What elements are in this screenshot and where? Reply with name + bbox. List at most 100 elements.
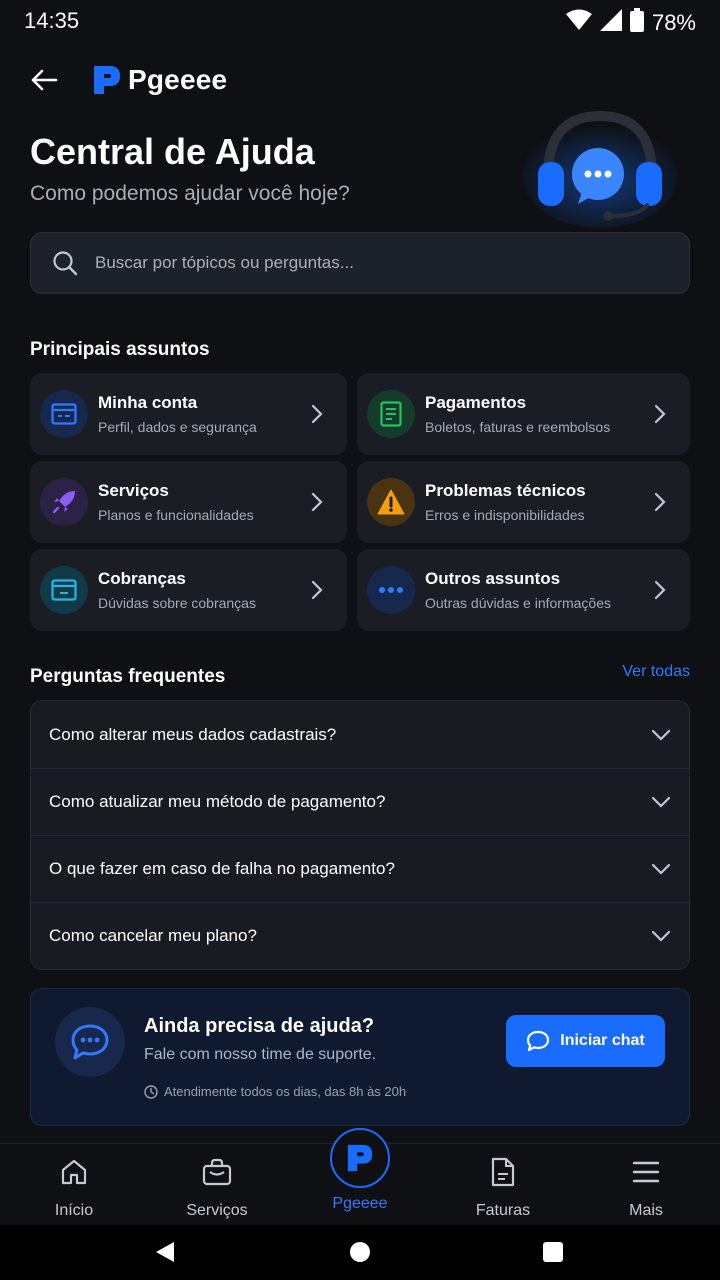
topic-title: Serviços — [98, 481, 169, 500]
square-recents-icon — [543, 1242, 563, 1262]
chevron-right-icon — [654, 580, 666, 600]
nav-item-servicos[interactable]: Serviços — [157, 1144, 277, 1226]
chevron-down-icon — [651, 930, 671, 942]
faq-item[interactable]: O que fazer em caso de falha no pagament… — [31, 835, 689, 902]
topic-card-minha-conta[interactable]: Minha conta Perfil, dados e segurança — [30, 373, 347, 455]
document-icon — [487, 1156, 519, 1188]
topic-card-outros-assuntos[interactable]: Outros assuntos Outras dúvidas e informa… — [357, 549, 690, 631]
topic-desc: Boletos, faturas e reembolsos — [425, 419, 611, 435]
arrow-left-icon — [31, 69, 58, 91]
search-icon — [51, 249, 79, 277]
faq-list: Como alterar meus dados cadastrais? Como… — [30, 700, 690, 970]
start-chat-label: Iniciar chat — [560, 1032, 645, 1049]
nav-label: Faturas — [475, 1202, 531, 1219]
more-dots-icon — [367, 566, 415, 614]
home-icon — [58, 1156, 90, 1188]
topic-title: Outros assuntos — [425, 569, 561, 588]
bag-icon — [201, 1156, 233, 1188]
topic-title: Pagamentos — [425, 393, 527, 412]
topic-card-problemas-tecnicos[interactable]: Problemas técnicos Erros e indisponibili… — [357, 461, 690, 543]
chevron-down-icon — [651, 863, 671, 875]
support-subtitle: Fale com nosso time de suporte. — [144, 1046, 377, 1063]
brand-icon — [347, 1144, 373, 1172]
clock-icon — [144, 1084, 158, 1099]
chat-bubble-icon — [55, 1007, 125, 1077]
topic-card-cobrancas[interactable]: Cobranças Dúvidas sobre cobranças — [30, 549, 347, 631]
brand-logo: Pgeeee — [92, 64, 227, 96]
nav-item-inicio[interactable]: Início — [14, 1144, 134, 1226]
system-back-button[interactable] — [152, 1239, 178, 1265]
start-chat-button[interactable]: Iniciar chat — [506, 1015, 665, 1067]
status-bar: 14:35 78% — [0, 0, 720, 44]
battery-icon — [629, 8, 644, 37]
top-bar: Pgeeee — [0, 56, 720, 104]
topic-desc: Erros e indisponibilidades — [425, 507, 585, 523]
topics-title: Principais assuntos — [30, 339, 210, 360]
support-hours-text: Atendimente todos os dias, das 8h às 20h — [164, 1084, 407, 1099]
chevron-right-icon — [311, 492, 323, 512]
bottom-nav: Início Serviços Pgeeee Faturas Mais — [0, 1128, 720, 1226]
topic-desc: Dúvidas sobre cobranças — [98, 595, 256, 611]
status-time: 14:35 — [24, 8, 80, 33]
battery-percent: 78% — [651, 9, 696, 35]
circle-home-icon — [350, 1242, 370, 1262]
topic-desc: Outras dúvidas e informações — [425, 595, 611, 611]
chevron-down-icon — [651, 796, 671, 808]
system-home-button[interactable] — [347, 1239, 373, 1265]
support-hours: Atendimente todos os dias, das 8h às 20h — [144, 1084, 406, 1099]
brand-name: Pgeeee — [128, 64, 228, 95]
topic-card-pagamentos[interactable]: Pagamentos Boletos, faturas e reembolsos — [357, 373, 690, 455]
nav-label: Início — [54, 1202, 94, 1219]
faq-question: Como alterar meus dados cadastrais? — [49, 724, 337, 744]
status-indicators: 78% — [565, 8, 696, 37]
topic-desc: Planos e funcionalidades — [98, 507, 254, 523]
wifi-icon — [565, 9, 592, 36]
support-card: Ainda precisa de ajuda? Fale com nosso t… — [30, 988, 690, 1126]
faq-item[interactable]: Como atualizar meu método de pagamento? — [31, 768, 689, 835]
headset-illustration-icon — [520, 104, 680, 228]
chevron-down-icon — [651, 729, 671, 741]
faq-item[interactable]: Como cancelar meu plano? — [31, 902, 689, 969]
topic-title: Cobranças — [98, 569, 186, 588]
rocket-icon — [40, 478, 88, 526]
nav-label: Mais — [629, 1202, 663, 1219]
hero: Central de Ajuda Como podemos ajudar voc… — [30, 130, 510, 206]
chevron-right-icon — [654, 404, 666, 424]
brand-p-icon — [94, 66, 120, 94]
faq-question: Como cancelar meu plano? — [49, 926, 257, 945]
nav-label: Serviços — [186, 1202, 248, 1219]
faq-question: O que fazer em caso de falha no pagament… — [49, 859, 395, 878]
topic-desc: Perfil, dados e segurança — [98, 419, 257, 435]
support-title: Ainda precisa de ajuda? — [144, 1015, 375, 1037]
search-input[interactable] — [95, 253, 689, 273]
chevron-right-icon — [311, 404, 323, 424]
page-title: Central de Ajuda — [30, 131, 315, 172]
nav-item-mais[interactable]: Mais — [586, 1144, 706, 1226]
chevron-right-icon — [654, 492, 666, 512]
topic-title: Minha conta — [98, 393, 198, 412]
nav-item-pgeeee[interactable] — [330, 1128, 390, 1188]
triangle-back-icon — [156, 1242, 174, 1262]
nav-item-faturas[interactable]: Faturas — [443, 1144, 563, 1226]
faq-title: Perguntas frequentes — [30, 666, 226, 687]
back-button[interactable] — [26, 62, 62, 98]
warning-icon — [367, 478, 415, 526]
system-recents-button[interactable] — [540, 1239, 566, 1265]
faq-item[interactable]: Como alterar meus dados cadastrais? — [31, 701, 689, 768]
receipt-icon — [367, 390, 415, 438]
chevron-right-icon — [311, 580, 323, 600]
topic-title: Problemas técnicos — [425, 481, 586, 500]
search-bar[interactable] — [30, 232, 690, 294]
account-card-icon — [40, 390, 88, 438]
menu-icon — [630, 1156, 662, 1188]
billing-card-icon — [40, 566, 88, 614]
topic-card-servicos[interactable]: Serviços Planos e funcionalidades — [30, 461, 347, 543]
nav-label-active: Pgeeee — [332, 1195, 388, 1212]
faq-question: Como atualizar meu método de pagamento? — [49, 792, 386, 811]
page-subtitle: Como podemos ajudar você hoje? — [30, 182, 350, 205]
topics-grid: Minha conta Perfil, dados e segurança Pa… — [30, 373, 690, 631]
signal-icon — [599, 9, 622, 36]
system-nav-bar — [0, 1225, 720, 1280]
chat-icon — [527, 1030, 550, 1052]
see-all-link[interactable]: Ver todas — [622, 663, 690, 681]
